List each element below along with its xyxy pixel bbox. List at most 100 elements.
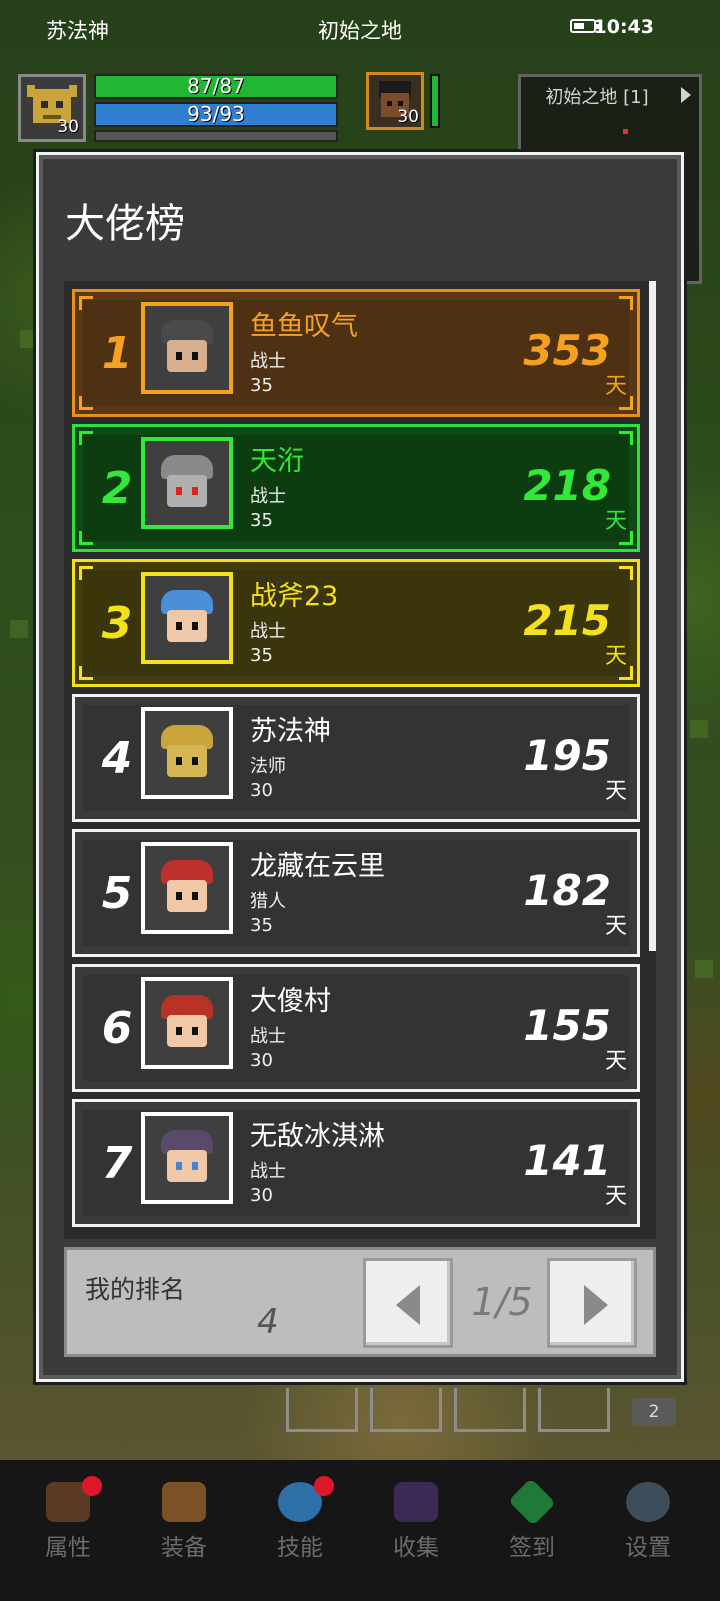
modal-title: 大佬榜 [65,201,185,247]
entry-class: 战士 [250,1026,286,1047]
status-bar: 苏法神 初始之地 10:43 [0,0,720,58]
avatar [141,1112,233,1204]
red-hood-icon [161,860,213,916]
notification-badge [314,1476,334,1496]
nav-checkin[interactable]: 签到 [482,1478,582,1562]
nav-label: 属性 [45,1535,91,1561]
entry-unit: 天 [604,779,627,804]
leaderboard-entry[interactable]: 5 龙藏在云里 猎人 35 182 天 [72,829,640,957]
entry-unit: 天 [604,374,627,399]
entry-class: 战士 [250,351,286,372]
entry-unit: 天 [604,644,627,669]
avatar [141,977,233,1069]
entry-unit: 天 [604,509,627,534]
gear-icon [626,1482,670,1522]
horned-helmet-icon [161,320,213,376]
entry-class: 战士 [250,486,286,507]
entry-value: 353 [523,326,611,375]
leaderboard-entry[interactable]: 2 天洐 战士 35 218 天 [72,424,640,552]
bag-icon [162,1482,206,1522]
scrollbar-thumb[interactable] [649,281,656,951]
my-rank-label: 我的排名 [85,1275,186,1304]
nav-settings[interactable]: 设置 [598,1482,698,1562]
avatar [141,707,233,799]
battery-icon [570,19,599,33]
player-level: 30 [57,117,79,137]
item-slot[interactable] [454,1388,526,1432]
entry-name: 鱼鱼叹气 [250,311,358,342]
minimap-title: 初始之地 [1] [545,87,649,108]
arrow-right-icon [584,1285,608,1325]
leaderboard-entry[interactable]: 3 战斧23 战士 35 215 天 [72,559,640,687]
skull-helmet-icon [161,725,213,781]
entry-name: 龙藏在云里 [250,851,385,882]
entry-unit: 天 [604,1184,627,1209]
leaderboard-list[interactable]: 1 鱼鱼叹气 战士 35 353 天 2 天洐 战士 35 218 天 3 战斧… [64,281,656,1239]
page-indicator: 1/5 [471,1280,533,1324]
pet-portrait[interactable]: 30 [366,72,424,130]
entry-value: 218 [523,461,611,510]
nav-label: 技能 [277,1535,323,1561]
leaderboard-entry[interactable]: 6 大傻村 战士 30 155 天 [72,964,640,1092]
entry-name: 大傻村 [250,986,331,1017]
item-slot[interactable] [538,1388,610,1432]
nav-label: 设置 [625,1535,671,1561]
entry-level: 35 [250,375,273,396]
foliage [10,620,28,638]
foliage [690,720,708,738]
leaderboard-entry[interactable]: 4 苏法神 法师 30 195 天 [72,694,640,822]
checkin-gem-icon [508,1478,556,1526]
entry-level: 30 [250,780,273,801]
entry-level: 35 [250,510,273,531]
count-chip: 2 [632,1398,676,1426]
nav-collection[interactable]: 收集 [366,1482,466,1562]
mp-bar: 93/93 [94,102,338,127]
foliage [695,960,713,978]
entry-rank: 5 [101,868,133,919]
xp-bar [94,130,338,142]
item-slot[interactable] [286,1388,358,1432]
pet-level: 30 [397,107,419,127]
hp-bar: 87/87 [94,74,338,99]
my-rank-value: 4 [257,1302,279,1342]
nav-attributes[interactable]: 属性 [18,1476,118,1562]
avatar [141,572,233,664]
item-slot[interactable] [370,1388,442,1432]
leaderboard-entry[interactable]: 7 无敌冰淇淋 战士 30 141 天 [72,1099,640,1227]
entry-name: 天洐 [250,446,304,477]
entry-class: 法师 [250,756,286,777]
entry-unit: 天 [604,914,627,939]
leaderboard-entry[interactable]: 1 鱼鱼叹气 战士 35 353 天 [72,289,640,417]
entry-value: 155 [523,1001,611,1050]
scrollbar[interactable] [649,281,656,1239]
leaderboard-modal: 大佬榜 1 鱼鱼叹气 战士 35 353 天 2 天洐 战士 35 218 天 … [36,152,684,1382]
prev-page-button[interactable] [363,1258,453,1348]
collection-icon [394,1482,438,1522]
demon-skull-icon [161,455,213,511]
entry-value: 141 [523,1136,611,1185]
entry-rank: 6 [101,1003,133,1054]
nav-equipment[interactable]: 装备 [134,1482,234,1562]
entry-level: 30 [250,1050,273,1071]
minimap-expand-icon[interactable] [681,87,691,103]
bottom-nav: 属性 装备 技能 收集 签到 设置 [0,1460,720,1601]
entry-level: 30 [250,1185,273,1206]
entry-class: 战士 [250,621,286,642]
entry-unit: 天 [604,1049,627,1074]
player-portrait[interactable]: 30 [18,74,86,142]
avatar [141,842,233,934]
entry-class: 战士 [250,1161,286,1182]
my-rank-panel: 我的排名 4 1/5 [64,1247,656,1357]
status-time: 10:43 [593,16,654,38]
entry-value: 195 [523,731,611,780]
entry-value: 215 [523,596,611,645]
entry-class: 猎人 [250,891,286,912]
nav-skills[interactable]: 技能 [250,1476,350,1562]
avatar [141,437,233,529]
arrow-left-icon [396,1285,420,1325]
next-page-button[interactable] [547,1258,637,1348]
pet-hp-bar [430,74,440,128]
avatar [141,302,233,394]
minimap-player-marker [623,129,628,134]
entry-name: 战斧23 [250,581,339,612]
